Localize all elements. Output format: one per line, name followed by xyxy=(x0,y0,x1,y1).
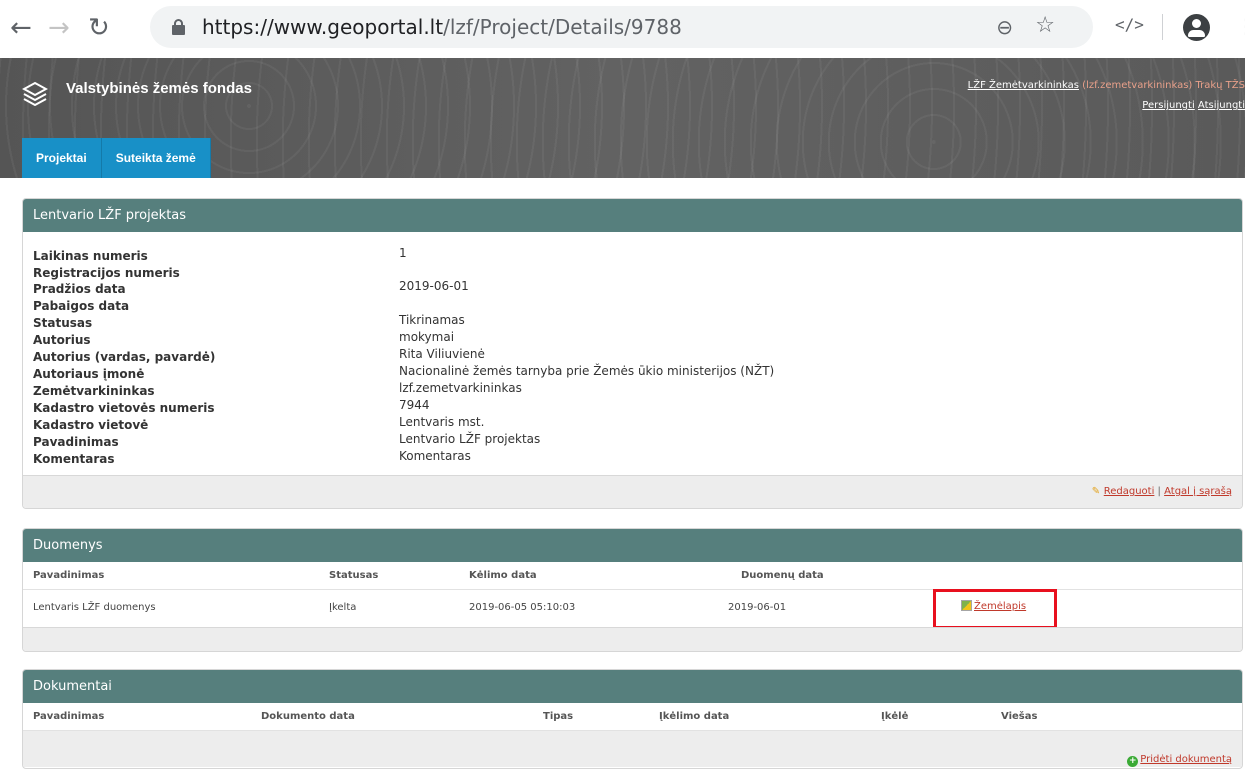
col-statusas: Statusas xyxy=(329,570,379,581)
lock-icon xyxy=(172,19,185,35)
detail-value: mokymai xyxy=(399,330,455,344)
col-kelimo-data: Kėlimo data xyxy=(469,570,537,581)
details-actions: ✎ Redaguoti | Atgal į sąrašą xyxy=(1092,486,1232,497)
detail-value: Lentvario LŽF projektas xyxy=(399,432,541,446)
tab-projektai[interactable]: Projektai xyxy=(22,138,102,178)
details-list: Laikinas numeris 1 Registracijos numeris Pr… xyxy=(23,232,1242,475)
detail-value: Tikrinamas xyxy=(399,313,465,327)
data-footer xyxy=(23,627,1242,651)
documents-panel: Dokumentai Pavadinimas Dokumento data Ti… xyxy=(22,669,1243,769)
detail-label: Laikinas numeris xyxy=(33,249,148,263)
url-path: /lzf/Project/Details/9788 xyxy=(443,15,682,39)
add-document-link[interactable]: + Pridėti dokumentą xyxy=(1127,754,1232,767)
detail-label: Registracijos numeris xyxy=(33,266,180,280)
forward-arrow-icon[interactable]: → xyxy=(48,14,70,42)
data-table-header: Pavadinimas Statusas Kėlimo data Duomenų… xyxy=(23,562,1242,590)
main-tabs: Projektai Suteikta žemė xyxy=(22,138,211,178)
detail-label: Kadastro vietovė xyxy=(33,418,149,432)
row-name: Lentvaris LŽF duomenys xyxy=(33,602,156,613)
col-doc-ikele: Įkėlė xyxy=(881,711,909,722)
detail-label: Kadastro vietovės numeris xyxy=(33,401,215,415)
details-footer: ✎ Redaguoti | Atgal į sąrašą xyxy=(23,475,1242,508)
documents-table-header: Pavadinimas Dokumento data Tipas Įkėlimo… xyxy=(23,703,1242,731)
detail-label: Autoriaus įmonė xyxy=(33,367,145,381)
documents-footer: + Pridėti dokumentą xyxy=(23,731,1242,767)
col-doc-data: Dokumento data xyxy=(261,711,355,722)
app-header: Valstybinės žemės fondas LŽF Žemėtvarkin… xyxy=(0,58,1245,178)
col-doc-tipas: Tipas xyxy=(543,711,574,722)
tab-suteikta-zeme[interactable]: Suteikta žemė xyxy=(101,138,211,178)
detail-label: Komentaras xyxy=(33,452,115,466)
detail-value: 2019-06-01 xyxy=(399,279,469,293)
code-extension-icon[interactable]: </> xyxy=(1115,15,1144,34)
reload-icon[interactable]: ↻ xyxy=(88,14,110,42)
detail-value: Lentvaris mst. xyxy=(399,415,485,429)
back-to-list-link[interactable]: Atgal į sąrašą xyxy=(1164,486,1232,497)
project-title: Lentvario LŽF projektas xyxy=(23,199,1242,232)
detail-value: Nacionalinė žemės tarnyba prie Žemės ūki… xyxy=(399,364,775,378)
user-name-link[interactable]: LŽF Žemėtvarkininkas xyxy=(968,80,1079,91)
row-status: Įkelta xyxy=(329,602,357,613)
edit-link[interactable]: Redaguoti xyxy=(1104,486,1155,497)
menu-icon[interactable]: ⋮ xyxy=(1236,14,1245,38)
detail-value: Rita Viliuvienė xyxy=(399,347,485,361)
app-title: Valstybinės žemės fondas xyxy=(66,80,252,97)
user-details: (lzf.zemetvarkininkas) Trakų TŽS xyxy=(1078,80,1245,91)
toolbar-separator xyxy=(1162,14,1163,40)
url-host: https://www.geoportal.lt xyxy=(202,15,444,39)
address-bar[interactable]: https://www.geoportal.lt/lzf/Project/Det… xyxy=(150,6,1093,48)
row-data-date: 2019-06-01 xyxy=(728,602,787,613)
highlight-annotation xyxy=(933,589,1057,629)
browser-toolbar: ← → ↻ https://www.geoportal.lt/lzf/Proje… xyxy=(0,0,1245,58)
link-separator: | xyxy=(1154,486,1165,497)
data-panel: Duomenys Pavadinimas Statusas Kėlimo dat… xyxy=(22,528,1243,652)
detail-label: Statusas xyxy=(33,316,93,330)
url-text[interactable]: https://www.geoportal.lt/lzf/Project/Det… xyxy=(202,14,682,40)
row-upload-date: 2019-06-05 05:10:03 xyxy=(469,602,576,613)
detail-label: Pabaigos data xyxy=(33,299,130,313)
pencil-icon: ✎ xyxy=(1091,486,1101,497)
col-pavadinimas: Pavadinimas xyxy=(33,570,105,581)
auth-links: Persijungti Atsijungti xyxy=(1142,100,1245,111)
plus-icon: + xyxy=(1127,756,1139,767)
detail-label: Pavadinimas xyxy=(33,435,119,449)
detail-value: Komentaras xyxy=(399,449,471,463)
col-doc-ikelimo-data: Įkėlimo data xyxy=(659,711,730,722)
layers-icon xyxy=(22,81,48,106)
detail-value: lzf.zemetvarkininkas xyxy=(399,381,522,395)
data-panel-title: Duomenys xyxy=(23,529,1242,562)
col-doc-pavadinimas: Pavadinimas xyxy=(33,711,105,722)
detail-label: Zemėtvarkininkas xyxy=(33,384,155,398)
detail-value: 1 xyxy=(399,246,407,260)
documents-panel-title: Dokumentai xyxy=(23,670,1242,703)
user-info: LŽF Žemėtvarkininkas (lzf.zemetvarkinink… xyxy=(968,80,1245,91)
col-doc-viesas: Viešas xyxy=(1001,711,1038,722)
detail-label: Autorius xyxy=(33,333,91,347)
logout-link[interactable]: Atsijungti xyxy=(1198,100,1245,111)
bookmark-star-icon[interactable]: ☆ xyxy=(1035,13,1055,38)
table-row: Lentvaris LŽF duomenys Įkelta 2019-06-05… xyxy=(23,590,1242,626)
zoom-icon[interactable]: ⊖ xyxy=(996,15,1013,39)
back-arrow-icon[interactable]: ← xyxy=(10,14,32,42)
project-details-panel: Lentvario LŽF projektas Laikinas numeris… xyxy=(22,198,1243,509)
detail-value: 7944 xyxy=(399,398,430,412)
reconnect-link[interactable]: Persijungti xyxy=(1142,100,1194,111)
detail-label: Pradžios data xyxy=(33,282,126,296)
detail-label: Autorius (vardas, pavardė) xyxy=(33,350,216,364)
col-duomenu-data: Duomenų data xyxy=(741,570,824,581)
account-icon[interactable] xyxy=(1183,14,1210,41)
